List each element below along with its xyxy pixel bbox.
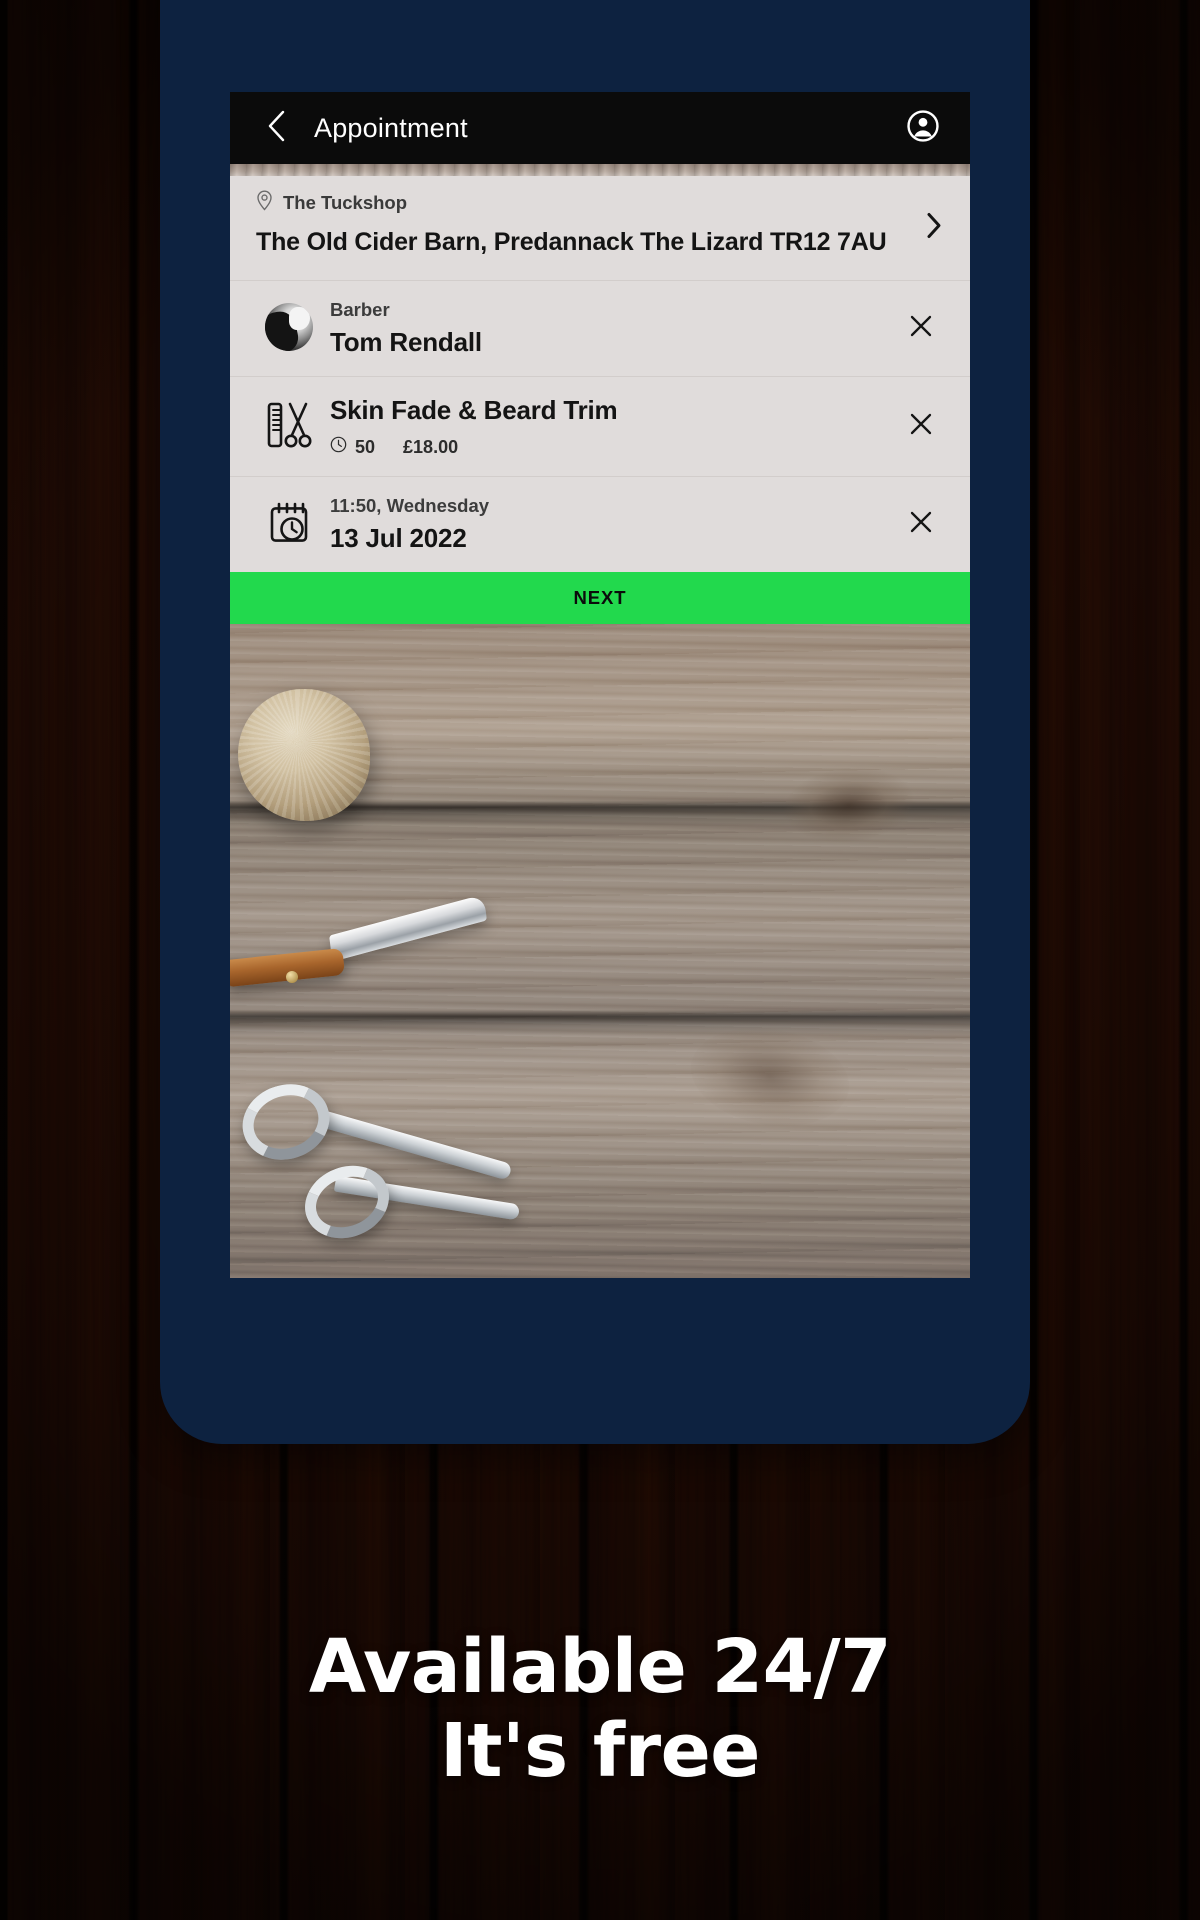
service-info: Skin Fade & Beard Trim 50 £18.00 bbox=[322, 395, 898, 458]
service-duration: 50 bbox=[355, 436, 376, 457]
razor-blade bbox=[329, 894, 487, 962]
barber-label: Barber bbox=[330, 299, 390, 320]
service-meta: 50 £18.00 bbox=[330, 436, 898, 458]
datetime-icon-wrap bbox=[256, 495, 322, 554]
chevron-left-icon bbox=[265, 109, 287, 148]
datetime-info: 11:50, Wednesday 13 Jul 2022 bbox=[322, 495, 898, 554]
poster-background: Appointment The Tuckshop The Old Cider B… bbox=[0, 0, 1200, 1920]
barber-info: Barber Tom Rendall bbox=[322, 299, 898, 358]
barber-tools-photo bbox=[230, 624, 970, 1278]
avatar bbox=[265, 303, 313, 351]
promo-line-2: It's free bbox=[440, 1708, 760, 1795]
datetime-row[interactable]: 11:50, Wednesday 13 Jul 2022 bbox=[230, 476, 970, 572]
account-circle-icon bbox=[906, 109, 940, 148]
promo-tagline: Available 24/7 It's free bbox=[0, 1625, 1200, 1794]
wood-knot bbox=[780, 761, 918, 849]
shop-address: The Old Cider Barn, Predannack The Lizar… bbox=[256, 228, 887, 256]
remove-barber-button[interactable] bbox=[898, 306, 944, 352]
phone-screen: Appointment The Tuckshop The Old Cider B… bbox=[230, 92, 970, 1278]
service-row[interactable]: Skin Fade & Beard Trim 50 £18.00 bbox=[230, 376, 970, 476]
shaving-brush bbox=[238, 689, 370, 822]
close-x-icon bbox=[907, 508, 935, 541]
shop-name: The Tuckshop bbox=[283, 192, 408, 213]
chevron-right-icon[interactable] bbox=[924, 211, 944, 246]
service-price: £18.00 bbox=[403, 436, 459, 457]
scissor-ring-upper bbox=[232, 1073, 340, 1171]
barber-name: Tom Rendall bbox=[330, 327, 482, 357]
address-row[interactable]: The Tuckshop The Old Cider Barn, Predann… bbox=[230, 176, 970, 280]
appointment-date: 13 Jul 2022 bbox=[330, 523, 467, 553]
remove-datetime-button[interactable] bbox=[898, 502, 944, 548]
promo-line-1: Available 24/7 bbox=[308, 1624, 892, 1710]
close-x-icon bbox=[907, 410, 935, 443]
remove-service-button[interactable] bbox=[898, 404, 944, 450]
appointment-time-day: 11:50, Wednesday bbox=[330, 495, 490, 516]
booking-summary: The Tuckshop The Old Cider Barn, Predann… bbox=[230, 164, 970, 572]
back-button[interactable] bbox=[256, 108, 296, 148]
shop-line: The Tuckshop bbox=[256, 190, 407, 216]
page-title: Appointment bbox=[314, 112, 468, 143]
scissor-ring-lower bbox=[294, 1153, 400, 1251]
barber-avatar-wrap bbox=[256, 299, 322, 351]
next-button[interactable]: NEXT bbox=[230, 572, 970, 624]
barber-row[interactable]: Barber Tom Rendall bbox=[230, 280, 970, 376]
app-bar: Appointment bbox=[230, 92, 970, 164]
calendar-clock-icon bbox=[264, 499, 314, 554]
close-x-icon bbox=[907, 312, 935, 345]
service-name: Skin Fade & Beard Trim bbox=[330, 395, 618, 425]
service-icon-wrap bbox=[256, 395, 322, 456]
photo-sliver bbox=[230, 164, 970, 176]
clock-icon bbox=[330, 436, 347, 458]
wood-knot-2 bbox=[682, 1016, 858, 1139]
comb-and-scissors-icon bbox=[264, 399, 314, 456]
account-button[interactable] bbox=[902, 107, 944, 149]
razor-rivet bbox=[286, 971, 298, 984]
location-pin-icon bbox=[256, 190, 273, 216]
